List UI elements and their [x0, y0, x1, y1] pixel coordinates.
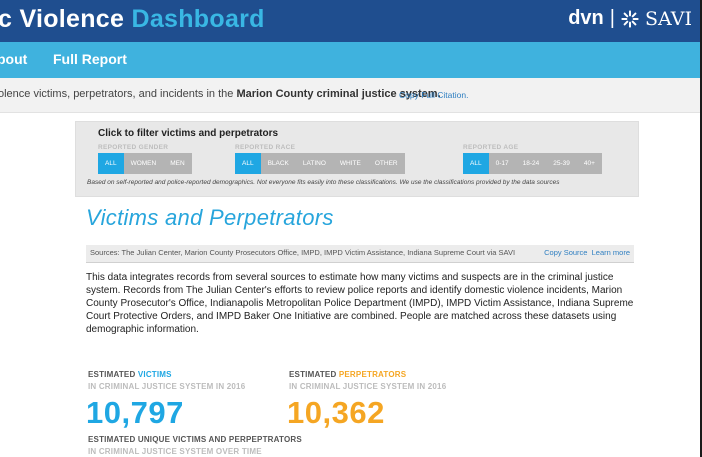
- unique-stat-sublabel: IN CRIMINAL JUSTICE SYSTEM OVER TIME: [88, 447, 262, 456]
- race-filter-group: ALL BLACK LATINO WHITE OTHER: [235, 153, 405, 174]
- age-filter-group: ALL 0-17 18-24 25-39 40+: [463, 153, 602, 174]
- gender-option-women[interactable]: WOMEN: [123, 153, 164, 174]
- learn-more-link[interactable]: Learn more: [592, 248, 630, 257]
- filter-panel: Click to filter victims and perpetrators…: [75, 121, 639, 197]
- perpetrators-label-prefix: ESTIMATED: [289, 370, 339, 379]
- dashboard-title: c Violence Dashboard: [0, 5, 265, 34]
- perpetrators-stat-label: ESTIMATED PERPETRATORS: [289, 370, 406, 379]
- age-option-0-17[interactable]: 0-17: [488, 153, 516, 174]
- age-option-18-24[interactable]: 18-24: [515, 153, 547, 174]
- race-option-black[interactable]: BLACK: [260, 153, 296, 174]
- race-option-white[interactable]: WHITE: [332, 153, 368, 174]
- gender-filter-label: REPORTED GENDER: [98, 144, 169, 151]
- intro-strip: olence victims, perpetrators, and incide…: [0, 78, 700, 113]
- race-option-latino[interactable]: LATINO: [295, 153, 333, 174]
- brand-logos: dvn | SAVI: [568, 7, 692, 30]
- race-option-all[interactable]: ALL: [235, 153, 261, 174]
- race-option-other[interactable]: OTHER: [367, 153, 405, 174]
- section-description: This data integrates records from severa…: [86, 272, 634, 335]
- savi-starburst-icon: [621, 9, 639, 28]
- filter-note: Based on self-reported and police-report…: [87, 179, 560, 186]
- unique-stat-label: ESTIMATED UNIQUE VICTIMS AND PERPEPTRATO…: [88, 435, 302, 444]
- victims-stat-label: ESTIMATED VICTIMS: [88, 370, 172, 379]
- age-option-40-plus[interactable]: 40+: [576, 153, 602, 174]
- header-bar: c Violence Dashboard dvn | SAVI: [0, 0, 700, 42]
- copy-source-link[interactable]: Copy Source: [544, 248, 587, 257]
- gender-filter-group: ALL WOMEN MEN: [98, 153, 192, 174]
- age-option-25-39[interactable]: 25-39: [546, 153, 577, 174]
- age-filter-label: REPORTED AGE: [463, 144, 519, 151]
- perpetrators-stat-value: 10,362: [287, 395, 385, 430]
- victims-stat-sublabel: IN CRIMINAL JUSTICE SYSTEM IN 2016: [88, 382, 246, 391]
- gender-option-all[interactable]: ALL: [98, 153, 124, 174]
- browser-viewport: c Violence Dashboard dvn | SAVI bout Ful…: [0, 0, 702, 457]
- age-option-all[interactable]: ALL: [463, 153, 489, 174]
- intro-text: olence victims, perpetrators, and incide…: [0, 88, 441, 100]
- sources-text: Sources: The Julian Center, Marion Count…: [90, 248, 516, 257]
- victims-label-prefix: ESTIMATED: [88, 370, 138, 379]
- victims-label-highlight: VICTIMS: [137, 370, 172, 379]
- nav-item-full-report[interactable]: Full Report: [53, 51, 127, 67]
- copy-citation-link[interactable]: Copy Full Citation.: [399, 90, 468, 100]
- title-part-1: c Violence: [0, 5, 125, 33]
- title-part-2: Dashboard: [131, 5, 265, 33]
- race-filter-label: REPORTED RACE: [235, 144, 296, 151]
- source-links: Copy Source Learn more: [544, 248, 630, 257]
- perpetrators-label-highlight: PERPETRATORS: [338, 370, 407, 379]
- perpetrators-stat-sublabel: IN CRIMINAL JUSTICE SYSTEM IN 2016: [289, 382, 447, 391]
- section-title: Victims and Perpetrators: [86, 205, 334, 230]
- dvn-logo[interactable]: dvn: [568, 7, 604, 30]
- sources-bar: Sources: The Julian Center, Marion Count…: [86, 245, 634, 263]
- gender-option-men[interactable]: MEN: [163, 153, 192, 174]
- intro-text-plain: olence victims, perpetrators, and incide…: [0, 88, 237, 100]
- brand-separator: |: [609, 7, 615, 29]
- savi-logo-text[interactable]: SAVI: [645, 8, 692, 30]
- nav-bar: bout Full Report: [0, 42, 700, 78]
- victims-stat-value: 10,797: [86, 395, 184, 430]
- filter-title: Click to filter victims and perpetrators: [98, 128, 279, 139]
- nav-item-about[interactable]: bout: [0, 51, 27, 67]
